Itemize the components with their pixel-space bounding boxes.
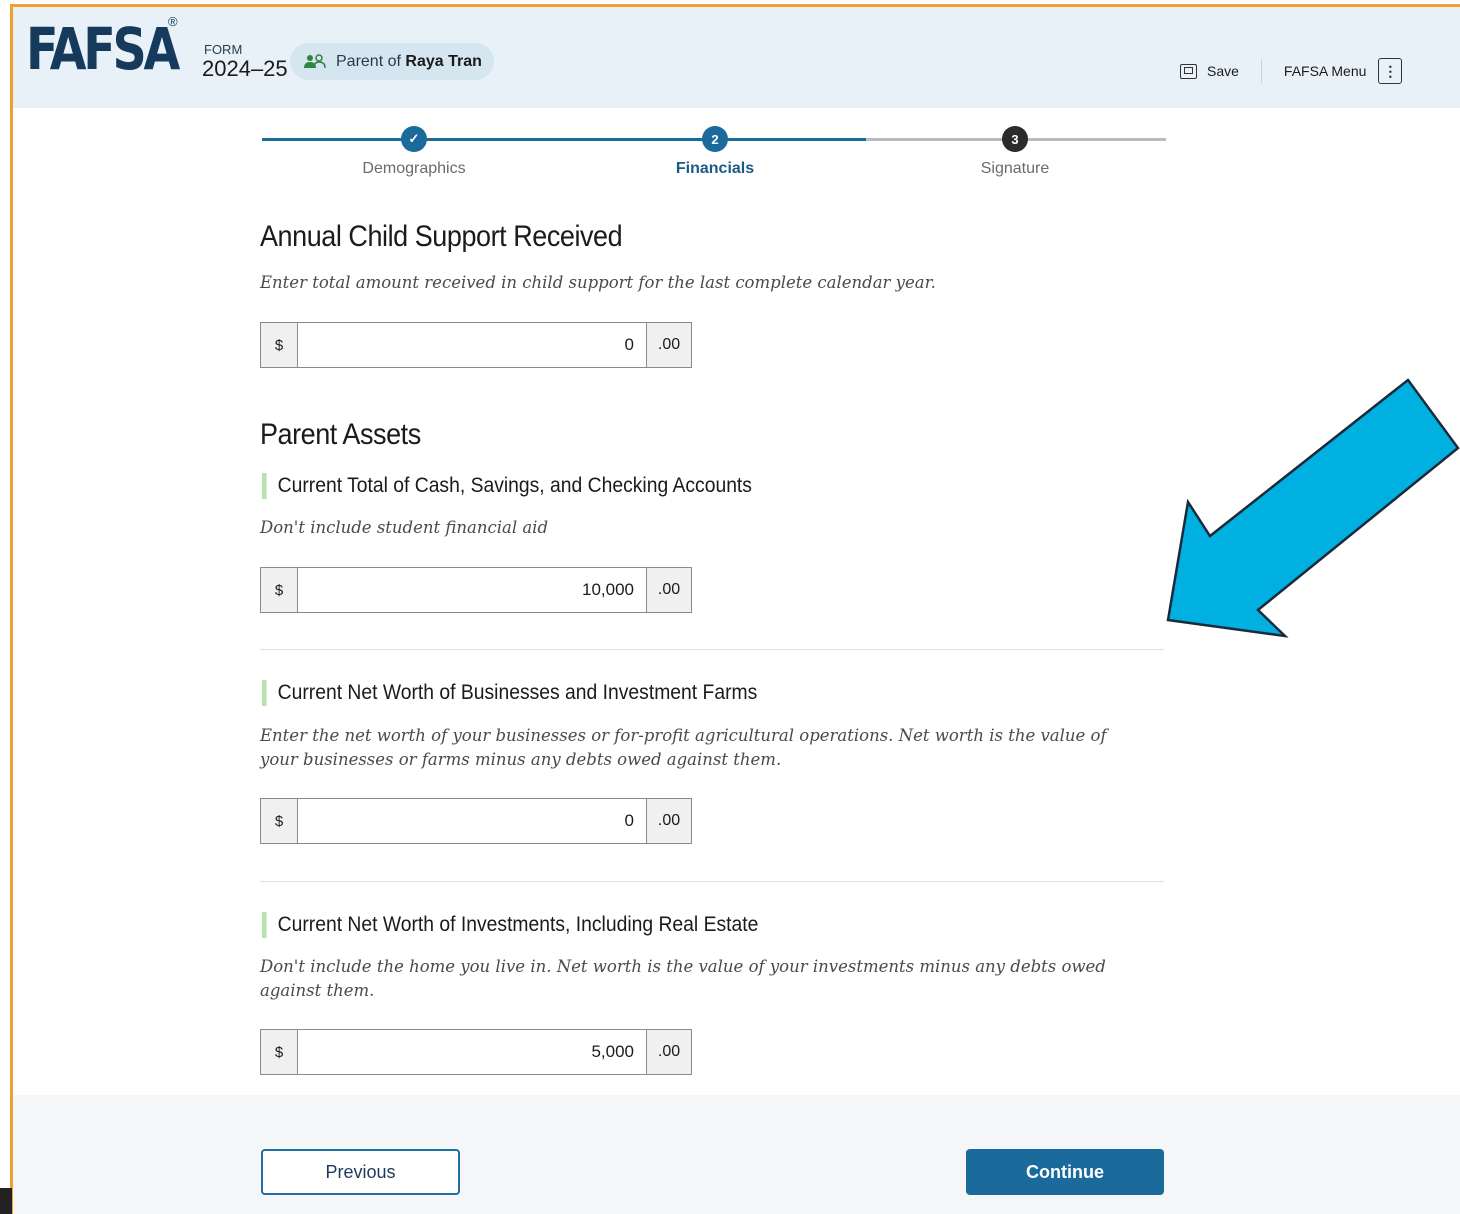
menu-icon[interactable]: ⋮ — [1378, 58, 1403, 84]
form-year: 2024–25 — [202, 56, 288, 81]
fafsa-menu-label[interactable]: FAFSA Menu — [1284, 63, 1366, 79]
corner-fragment — [0, 1188, 12, 1214]
role-label: Parent of Raya Tran — [336, 52, 482, 70]
investments-hint: Don't include the home you live in. Net … — [260, 957, 1106, 1000]
previous-button[interactable]: Previous — [261, 1149, 460, 1195]
business-value[interactable]: 0 — [298, 799, 646, 843]
child-support-value[interactable]: 0 — [298, 323, 646, 367]
step-financials-marker: 2 — [702, 126, 728, 152]
currency-prefix: $ — [261, 1030, 298, 1074]
save-button[interactable]: Save — [1207, 63, 1239, 79]
progress-stepper: ✓ 2 3 Demographics Financials Signature — [262, 126, 1166, 186]
child-support-hint: Enter total amount received in child sup… — [260, 273, 936, 292]
page-footer — [13, 1095, 1460, 1214]
cash-question: Current Total of Cash, Savings, and Chec… — [262, 473, 752, 499]
annotation-arrow-icon — [1166, 378, 1460, 638]
business-hint: Enter the net worth of your businesses o… — [260, 726, 1107, 769]
cents-suffix: .00 — [646, 323, 691, 367]
registered-mark: ® — [168, 14, 178, 29]
business-question: Current Net Worth of Businesses and Inve… — [262, 680, 757, 706]
fafsa-logo: FAFSA — [26, 15, 180, 83]
header-separator — [1260, 59, 1262, 83]
currency-prefix: $ — [261, 799, 298, 843]
currency-prefix: $ — [261, 323, 298, 367]
investments-question: Current Net Worth of Investments, Includ… — [262, 912, 758, 938]
business-input[interactable]: $ 0 .00 — [260, 798, 692, 844]
cash-input[interactable]: $ 10,000 .00 — [260, 567, 692, 613]
save-icon[interactable] — [1180, 63, 1197, 79]
cash-value[interactable]: 10,000 — [298, 568, 646, 612]
form-label: FORM — [204, 42, 243, 57]
stepper-track-complete — [262, 138, 866, 141]
currency-prefix: $ — [261, 568, 298, 612]
parent-assets-heading: Parent Assets — [260, 418, 421, 451]
step-signature-label: Signature — [980, 160, 1050, 177]
child-support-input[interactable]: $ 0 .00 — [260, 322, 692, 368]
cents-suffix: .00 — [646, 799, 691, 843]
continue-button[interactable]: Continue — [966, 1149, 1164, 1195]
investments-input[interactable]: $ 5,000 .00 — [260, 1029, 692, 1075]
section-divider — [260, 881, 1164, 882]
users-icon — [304, 53, 326, 70]
cash-hint: Don't include student financial aid — [260, 518, 549, 537]
step-demographics-marker: ✓ — [401, 126, 427, 152]
step-financials-label: Financials — [675, 160, 755, 177]
child-support-heading: Annual Child Support Received — [260, 220, 623, 253]
header-actions: Save FAFSA Menu ⋮ — [1180, 58, 1403, 84]
student-name: Raya Tran — [405, 52, 482, 70]
step-signature-marker: 3 — [1002, 126, 1028, 152]
cents-suffix: .00 — [646, 568, 691, 612]
cents-suffix: .00 — [646, 1030, 691, 1074]
role-badge: Parent of Raya Tran — [290, 43, 494, 80]
step-demographics-label: Demographics — [362, 160, 466, 177]
investments-value[interactable]: 5,000 — [298, 1030, 646, 1074]
section-divider — [260, 649, 1164, 650]
